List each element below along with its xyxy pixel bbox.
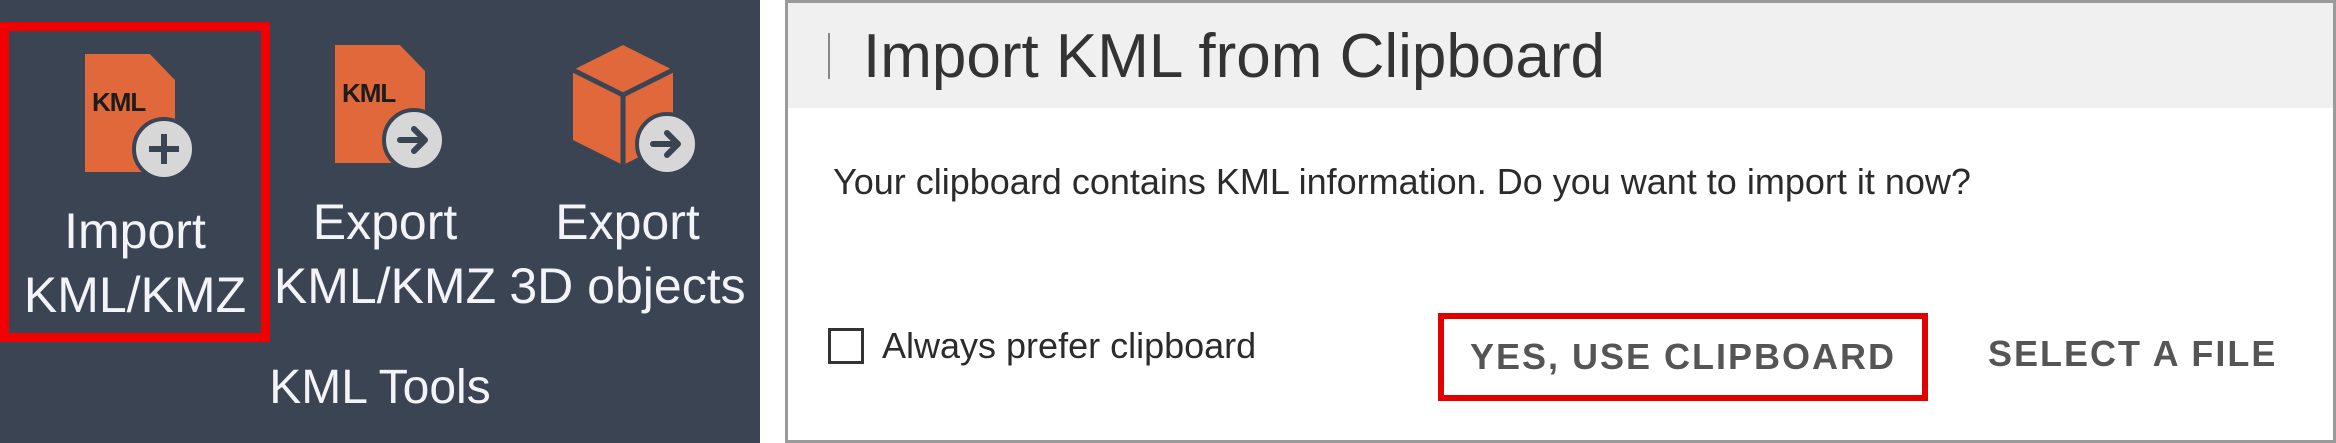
export-3d-objects-button[interactable]: Export 3D objects bbox=[505, 20, 750, 318]
export-kml-label-line2: KML/KMZ bbox=[273, 258, 497, 314]
kml-doc-label: KML bbox=[92, 87, 146, 117]
prefer-clipboard-checkbox[interactable] bbox=[828, 328, 864, 364]
arrow-right-icon bbox=[634, 112, 699, 176]
plus-icon bbox=[132, 117, 196, 181]
export-kml-icon: KML bbox=[320, 40, 450, 190]
import-label-line2: KML/KMZ bbox=[23, 267, 247, 323]
export-3d-label-line1: Export bbox=[555, 194, 700, 250]
dialog-title: Import KML from Clipboard bbox=[863, 22, 1605, 91]
import-kml-dialog: Import KML from Clipboard Your clipboard… bbox=[785, 0, 2336, 443]
import-label-line1: Import bbox=[64, 203, 206, 259]
prefer-clipboard-label[interactable]: Always prefer clipboard bbox=[882, 325, 1256, 367]
kml-doc-label: KML bbox=[342, 78, 396, 108]
prefer-clipboard-option[interactable]: Always prefer clipboard bbox=[828, 325, 1256, 367]
import-kml-icon: KML bbox=[70, 49, 200, 199]
cube-icon bbox=[563, 40, 699, 190]
select-a-file-button[interactable]: SELECT A FILE bbox=[1988, 333, 2277, 375]
export-3d-label-line2: 3D objects bbox=[509, 258, 746, 314]
export-kml-label-line1: Export bbox=[312, 194, 458, 250]
kml-tools-ribbon: KML Import KML/KMZ KML Export KML/KMZ Ex… bbox=[0, 0, 760, 443]
yes-use-clipboard-button[interactable]: YES, USE CLIPBOARD bbox=[1438, 313, 1928, 401]
dialog-header: Import KML from Clipboard bbox=[788, 3, 2333, 108]
dialog-message: Your clipboard contains KML information.… bbox=[833, 161, 1971, 202]
import-kml-kmz-button[interactable]: KML Import KML/KMZ bbox=[0, 22, 270, 342]
title-divider bbox=[828, 33, 830, 79]
ribbon-group-label: KML Tools bbox=[269, 361, 491, 414]
export-kml-kmz-button[interactable]: KML Export KML/KMZ bbox=[274, 20, 496, 318]
arrow-right-icon bbox=[382, 108, 446, 172]
